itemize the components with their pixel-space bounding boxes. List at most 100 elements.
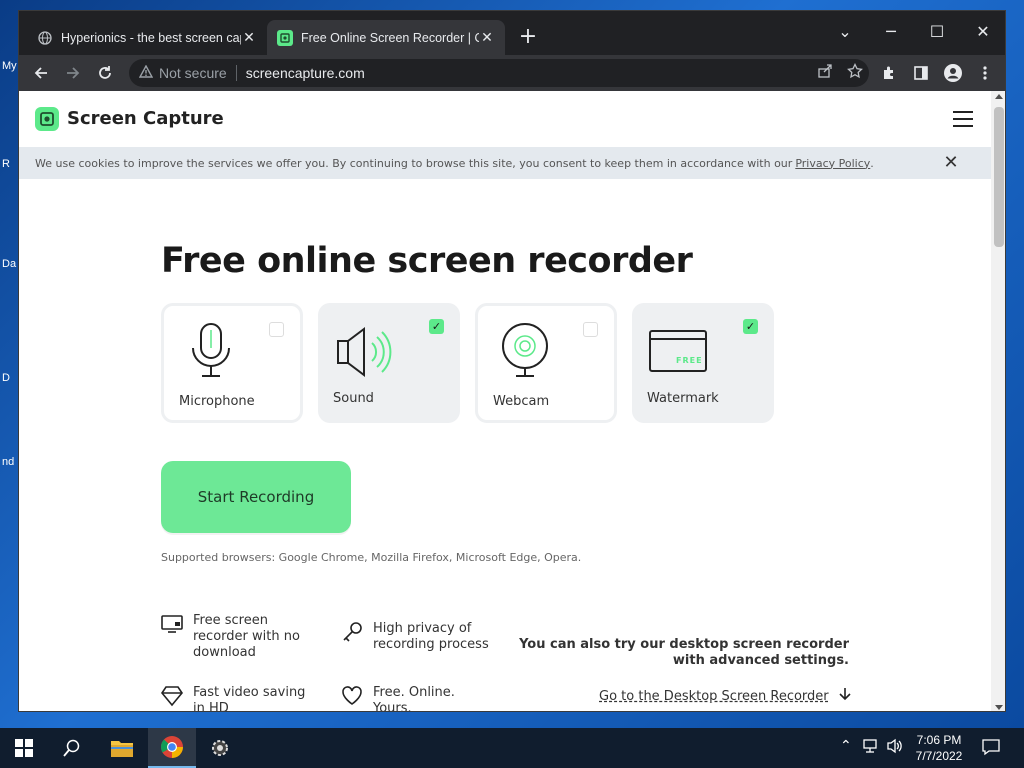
- menu-kebab-icon[interactable]: [973, 61, 997, 85]
- share-icon[interactable]: [817, 63, 833, 82]
- minimize-button[interactable]: ─: [869, 17, 913, 45]
- site-header: Screen Capture: [19, 91, 991, 147]
- tab-search-chevron-icon[interactable]: ⌄: [823, 17, 867, 45]
- cookie-banner: We use cookies to improve the services w…: [19, 147, 991, 179]
- feature-line: Free screen: [193, 613, 268, 628]
- feature-hd: Fast video saving in HD: [161, 685, 306, 712]
- windows-start-icon[interactable]: [0, 728, 48, 768]
- reload-icon[interactable]: [93, 61, 117, 85]
- page-title: Free online screen recorder: [161, 241, 693, 281]
- sound-checkbox[interactable]: ✓: [429, 319, 444, 334]
- scroll-up-icon[interactable]: [995, 94, 1003, 99]
- option-label: Webcam: [493, 394, 550, 409]
- url-text[interactable]: screencapture.com: [246, 65, 365, 81]
- desktop-icon-label[interactable]: R: [2, 158, 10, 170]
- desktop-icon-label[interactable]: nd: [2, 456, 14, 468]
- scroll-down-icon[interactable]: [995, 705, 1003, 710]
- feature-line: download: [193, 645, 256, 660]
- diamond-icon: [161, 685, 185, 707]
- taskbar: ⌃ 7:06 PM 7/7/2022: [0, 728, 1024, 768]
- chevron-up-icon[interactable]: ⌃: [840, 738, 852, 754]
- heart-icon: [341, 685, 365, 707]
- feature-line: High privacy of: [373, 621, 472, 636]
- start-recording-button[interactable]: Start Recording: [161, 461, 351, 533]
- key-icon: [341, 621, 365, 643]
- forward-arrow-icon[interactable]: [61, 61, 85, 85]
- feature-no-download: Free screen recorder with no download: [161, 613, 300, 661]
- desktop-link-text[interactable]: Go to the Desktop Screen Recorder: [599, 689, 829, 704]
- tab-close-icon[interactable]: ✕: [241, 29, 257, 46]
- globe-icon: [37, 30, 53, 46]
- webcam-checkbox[interactable]: [583, 322, 598, 337]
- screen-capture-favicon: [277, 29, 293, 46]
- scroll-thumb[interactable]: [994, 107, 1004, 247]
- promo-line: You can also try our desktop screen reco…: [519, 637, 849, 652]
- option-watermark[interactable]: FREE ✓ Watermark: [632, 303, 774, 423]
- speaker-icon: [334, 319, 398, 383]
- system-clock[interactable]: 7:06 PM 7/7/2022: [906, 732, 972, 764]
- cookie-text: We use cookies to improve the services w…: [35, 156, 793, 170]
- feature-line: Fast video saving: [193, 685, 306, 700]
- option-label: Watermark: [647, 391, 719, 406]
- address-bar[interactable]: Not secure screencapture.com: [129, 59, 869, 87]
- webcam-icon: [494, 322, 558, 386]
- feature-line: recording process: [373, 637, 489, 652]
- back-arrow-icon[interactable]: [29, 61, 53, 85]
- option-label: Microphone: [179, 394, 255, 409]
- extensions-puzzle-icon[interactable]: [877, 61, 901, 85]
- feature-line: Free. Online.: [373, 685, 455, 700]
- feature-line: Yours.: [373, 701, 412, 712]
- tab-close-icon[interactable]: ✕: [479, 29, 495, 46]
- desktop-icon-label[interactable]: Da: [2, 258, 16, 270]
- option-label: Sound: [333, 391, 374, 406]
- warning-icon[interactable]: [138, 64, 154, 81]
- file-explorer-icon[interactable]: [98, 728, 146, 768]
- feature-line: recorder with no: [193, 629, 300, 644]
- maximize-button[interactable]: ☐: [915, 17, 959, 45]
- volume-icon[interactable]: [886, 738, 904, 758]
- new-tab-button[interactable]: +: [516, 26, 540, 50]
- screen-capture-logo-icon[interactable]: [35, 107, 59, 131]
- tab-title: Free Online Screen Recorder | Or: [301, 30, 479, 45]
- watermark-checkbox[interactable]: ✓: [743, 319, 758, 334]
- microphone-checkbox[interactable]: [269, 322, 284, 337]
- profile-icon[interactable]: [941, 61, 965, 85]
- close-icon[interactable]: ✕: [941, 153, 961, 173]
- watermark-icon: [648, 319, 712, 383]
- free-badge: FREE: [676, 356, 703, 365]
- tab-screen-recorder[interactable]: Free Online Screen Recorder | Or ✕: [267, 20, 505, 55]
- microphone-icon: [180, 322, 244, 386]
- feature-privacy: High privacy of recording process: [341, 621, 489, 653]
- close-window-button[interactable]: ✕: [961, 17, 1005, 45]
- privacy-policy-link[interactable]: Privacy Policy: [795, 157, 870, 170]
- security-label: Not secure: [159, 65, 227, 81]
- network-icon[interactable]: [862, 738, 880, 758]
- side-panel-icon[interactable]: [909, 61, 933, 85]
- desktop-icon-label[interactable]: D: [2, 372, 10, 384]
- logo-text[interactable]: Screen Capture: [67, 108, 224, 129]
- option-sound[interactable]: ✓ Sound: [318, 303, 460, 423]
- tab-title: Hyperionics - the best screen cap: [61, 30, 241, 45]
- browser-window: Hyperionics - the best screen cap ✕ Free…: [18, 10, 1006, 712]
- page-viewport: Screen Capture We use cookies to improve…: [19, 91, 991, 712]
- settings-gear-app-icon[interactable]: [196, 728, 244, 768]
- desktop-promo-text: You can also try our desktop screen reco…: [499, 637, 849, 669]
- search-icon[interactable]: [48, 728, 96, 768]
- option-webcam[interactable]: Webcam: [475, 303, 617, 423]
- tab-hyperionics[interactable]: Hyperionics - the best screen cap ✕: [27, 20, 267, 55]
- feature-free-online: Free. Online. Yours.: [341, 685, 455, 712]
- feature-line: in HD: [193, 701, 229, 712]
- desktop-icon-label[interactable]: My: [2, 60, 17, 72]
- notifications-icon[interactable]: [982, 738, 1000, 760]
- monitor-icon: [161, 613, 185, 635]
- tab-strip: Hyperionics - the best screen cap ✕ Free…: [19, 11, 1005, 55]
- chrome-icon[interactable]: [148, 728, 196, 768]
- bookmark-star-icon[interactable]: [847, 62, 863, 82]
- hamburger-menu-icon[interactable]: [953, 111, 973, 127]
- desktop-recorder-link[interactable]: Go to the Desktop Screen Recorder: [599, 687, 851, 705]
- vertical-scrollbar[interactable]: [991, 91, 1005, 711]
- option-microphone[interactable]: Microphone: [161, 303, 303, 423]
- clock-date: 7/7/2022: [915, 749, 963, 763]
- supported-browsers-text: Supported browsers: Google Chrome, Mozil…: [161, 551, 582, 564]
- promo-line: with advanced settings.: [672, 653, 849, 668]
